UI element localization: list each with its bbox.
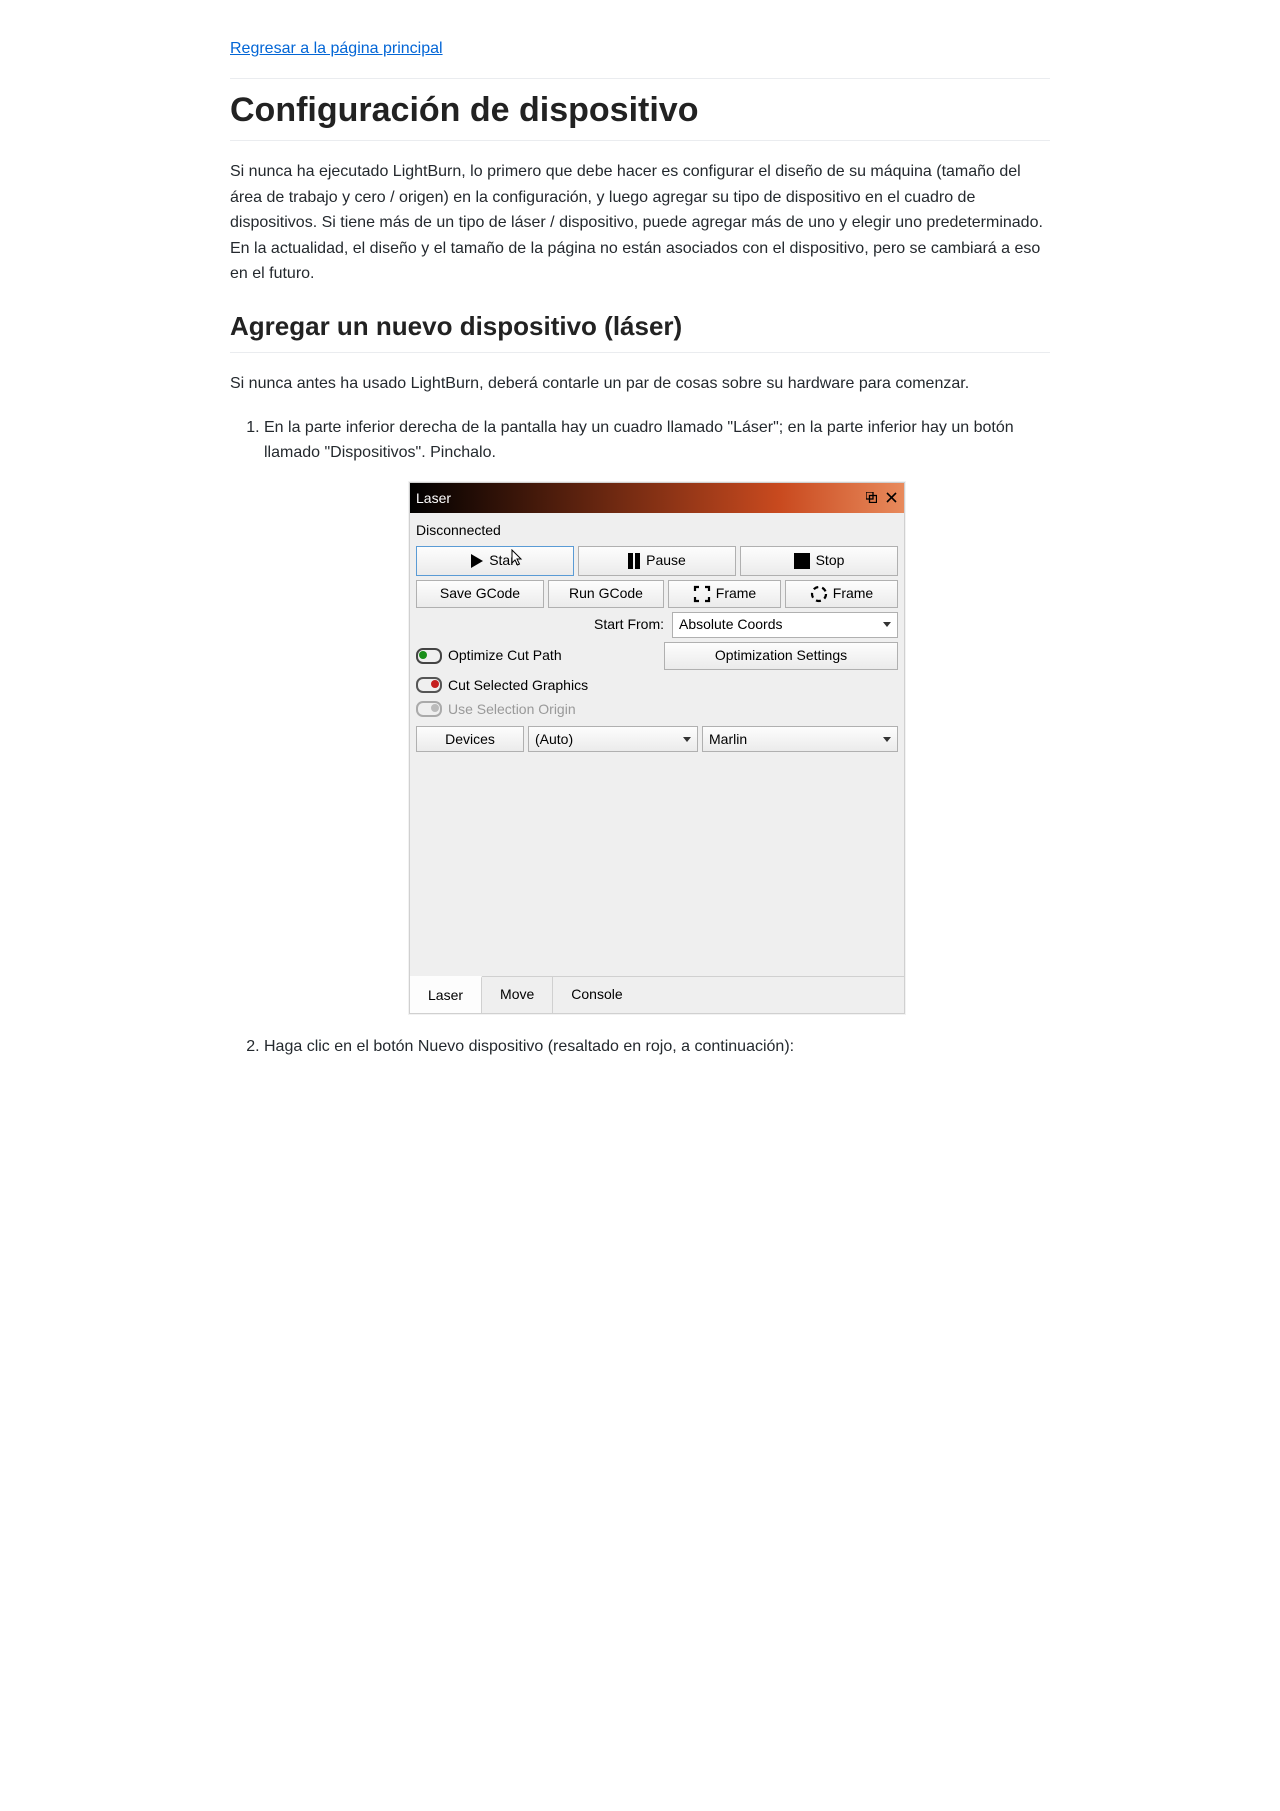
optimize-cut-path-toggle[interactable] xyxy=(416,648,442,664)
window-title: Laser xyxy=(416,487,451,509)
cut-selected-toggle[interactable] xyxy=(416,677,442,693)
start-from-label: Start From: xyxy=(416,613,672,635)
device-select[interactable]: Marlin xyxy=(702,726,898,752)
stop-button-label: Stop xyxy=(816,549,845,571)
frame-rect-label: Frame xyxy=(716,582,756,604)
start-from-value: Absolute Coords xyxy=(679,613,783,635)
stop-button[interactable]: Stop xyxy=(740,546,898,576)
start-button[interactable]: Start xyxy=(416,546,574,576)
cut-selected-label: Cut Selected Graphics xyxy=(448,674,588,696)
list-item: Haga clic en el botón Nuevo dispositivo … xyxy=(264,1034,1050,1060)
stop-icon xyxy=(794,553,810,569)
save-gcode-button[interactable]: Save GCode xyxy=(416,580,544,608)
intro-paragraph: Si nunca ha ejecutado LightBurn, lo prim… xyxy=(230,159,1050,287)
page-title: Configuración de dispositivo xyxy=(230,91,1050,141)
pause-icon xyxy=(628,553,640,569)
titlebar: Laser xyxy=(410,483,904,513)
chevron-down-icon xyxy=(883,737,891,742)
divider xyxy=(230,78,1050,79)
chevron-down-icon xyxy=(883,622,891,627)
tabstrip: Laser Move Console xyxy=(410,976,904,1012)
empty-area xyxy=(416,756,898,976)
pause-button-label: Pause xyxy=(646,549,686,571)
play-icon xyxy=(471,554,483,568)
device-value: Marlin xyxy=(709,728,747,750)
run-gcode-button[interactable]: Run GCode xyxy=(548,580,664,608)
section-heading: Agregar un nuevo dispositivo (láser) xyxy=(230,311,1050,353)
optimize-cut-path-label: Optimize Cut Path xyxy=(448,644,562,666)
cursor-icon xyxy=(513,551,523,565)
start-from-select[interactable]: Absolute Coords xyxy=(672,612,898,638)
frame-round-label: Frame xyxy=(833,582,873,604)
dock-icon[interactable] xyxy=(864,491,878,505)
frame-solid-icon xyxy=(693,585,711,603)
port-value: (Auto) xyxy=(535,728,573,750)
close-icon[interactable] xyxy=(884,491,898,505)
frame-rect-button[interactable]: Frame xyxy=(668,580,781,608)
tab-move[interactable]: Move xyxy=(482,977,553,1012)
use-selection-origin-label: Use Selection Origin xyxy=(448,698,576,720)
chevron-down-icon xyxy=(683,737,691,742)
frame-round-button[interactable]: Frame xyxy=(785,580,898,608)
devices-button[interactable]: Devices xyxy=(416,726,524,752)
pause-button[interactable]: Pause xyxy=(578,546,736,576)
port-select[interactable]: (Auto) xyxy=(528,726,698,752)
optimization-settings-button[interactable]: Optimization Settings xyxy=(664,642,898,670)
tab-console[interactable]: Console xyxy=(553,977,640,1012)
frame-dashed-icon xyxy=(810,585,828,603)
connection-status: Disconnected xyxy=(416,517,898,545)
list-item: En la parte inferior derecha de la panta… xyxy=(264,415,1050,466)
use-selection-origin-toggle xyxy=(416,701,442,717)
tab-laser[interactable]: Laser xyxy=(410,976,482,1012)
laser-panel-screenshot: Laser Disconnected Start xyxy=(409,482,905,1014)
back-link[interactable]: Regresar a la página principal xyxy=(230,40,443,57)
subintro-paragraph: Si nunca antes ha usado LightBurn, deber… xyxy=(230,371,1050,397)
